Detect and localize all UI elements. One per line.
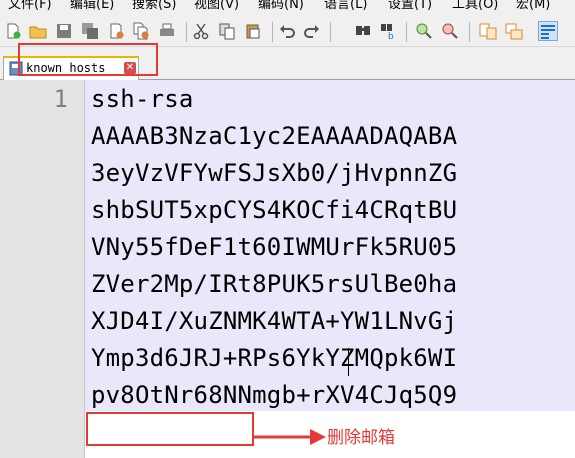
sync-horizontal-icon[interactable] bbox=[505, 22, 523, 40]
line-number-gutter: 1 bbox=[0, 80, 85, 458]
new-file-icon[interactable] bbox=[4, 22, 22, 40]
undo-icon[interactable] bbox=[278, 22, 296, 40]
editor-line: AAAAB3NzaC1yc2EAAAADAQABA bbox=[91, 122, 458, 150]
menu-macro[interactable]: 宏(M) bbox=[516, 0, 550, 14]
line-number: 1 bbox=[53, 85, 68, 113]
find-icon[interactable] bbox=[354, 22, 372, 40]
highlight-box-tab bbox=[18, 43, 158, 76]
toolbar-separator bbox=[406, 22, 407, 42]
menu-file[interactable]: 文件(F) bbox=[8, 0, 52, 14]
zoom-out-icon[interactable] bbox=[441, 22, 459, 40]
highlight-box-empty-line bbox=[86, 412, 254, 446]
cut-icon[interactable] bbox=[192, 22, 210, 40]
open-file-icon[interactable] bbox=[29, 22, 47, 40]
toolbar-separator bbox=[330, 22, 331, 42]
toolbar-separator bbox=[469, 22, 470, 42]
editor-line: VNy55fDeF1t60IWMUrFk5RU05 bbox=[91, 233, 458, 261]
menu-language[interactable]: 语言(L) bbox=[324, 0, 367, 14]
menu-tools[interactable]: 工具(O) bbox=[452, 0, 498, 14]
save-icon[interactable] bbox=[55, 22, 73, 40]
paste-icon[interactable] bbox=[244, 22, 262, 40]
text-editor[interactable]: ssh-rsa AAAAB3NzaC1yc2EAAAADAQABA 3eyVzV… bbox=[85, 80, 575, 458]
text-caret bbox=[348, 348, 349, 376]
editor-line: ZVer2Mp/IRt8PUK5rsUlBe0ha bbox=[91, 270, 458, 298]
copy-icon[interactable] bbox=[218, 22, 236, 40]
arrow-icon bbox=[252, 429, 326, 445]
svg-text:b: b bbox=[388, 32, 394, 40]
menu-edit[interactable]: 编辑(E) bbox=[70, 0, 114, 14]
editor-line: 3eyVzVFYwFSJsXb0/jHvpnnZG bbox=[91, 159, 458, 187]
redo-icon[interactable] bbox=[303, 22, 321, 40]
close-icon[interactable] bbox=[107, 22, 125, 40]
editor-line: pv8OtNr68NNmgb+rXV4CJq5Q9 bbox=[91, 381, 458, 409]
save-all-icon[interactable] bbox=[81, 22, 99, 40]
sync-vertical-icon[interactable] bbox=[479, 22, 497, 40]
editor-line: Ymp3d6JRJ+RPs6YkYZMQpk6WI bbox=[91, 344, 458, 372]
editor-line: shbSUT5xpCYS4KOCfi4CRqtBU bbox=[91, 196, 458, 224]
menu-search[interactable]: 搜索(S) bbox=[132, 0, 176, 14]
word-wrap-icon[interactable] bbox=[538, 21, 558, 41]
print-icon[interactable] bbox=[158, 22, 176, 40]
editor-line: XJD4I/XuZNMK4WTA+YW1LNvGj bbox=[91, 307, 458, 335]
menu-view[interactable]: 视图(V) bbox=[194, 0, 239, 14]
menu-encoding[interactable]: 编码(N) bbox=[258, 0, 304, 14]
menu-bar: 文件(F) 编辑(E) 搜索(S) 视图(V) 编码(N) 语言(L) 设置(T… bbox=[0, 0, 575, 14]
menu-settings[interactable]: 设置(T) bbox=[388, 0, 432, 14]
zoom-in-icon[interactable] bbox=[415, 22, 433, 40]
toolbar-separator bbox=[272, 22, 273, 42]
annotation-label: 删除邮箱 bbox=[327, 428, 395, 448]
replace-icon[interactable]: b bbox=[380, 22, 398, 40]
editor-line: ssh-rsa bbox=[91, 85, 194, 113]
toolbar-separator bbox=[186, 22, 187, 42]
close-all-icon[interactable] bbox=[132, 22, 150, 40]
